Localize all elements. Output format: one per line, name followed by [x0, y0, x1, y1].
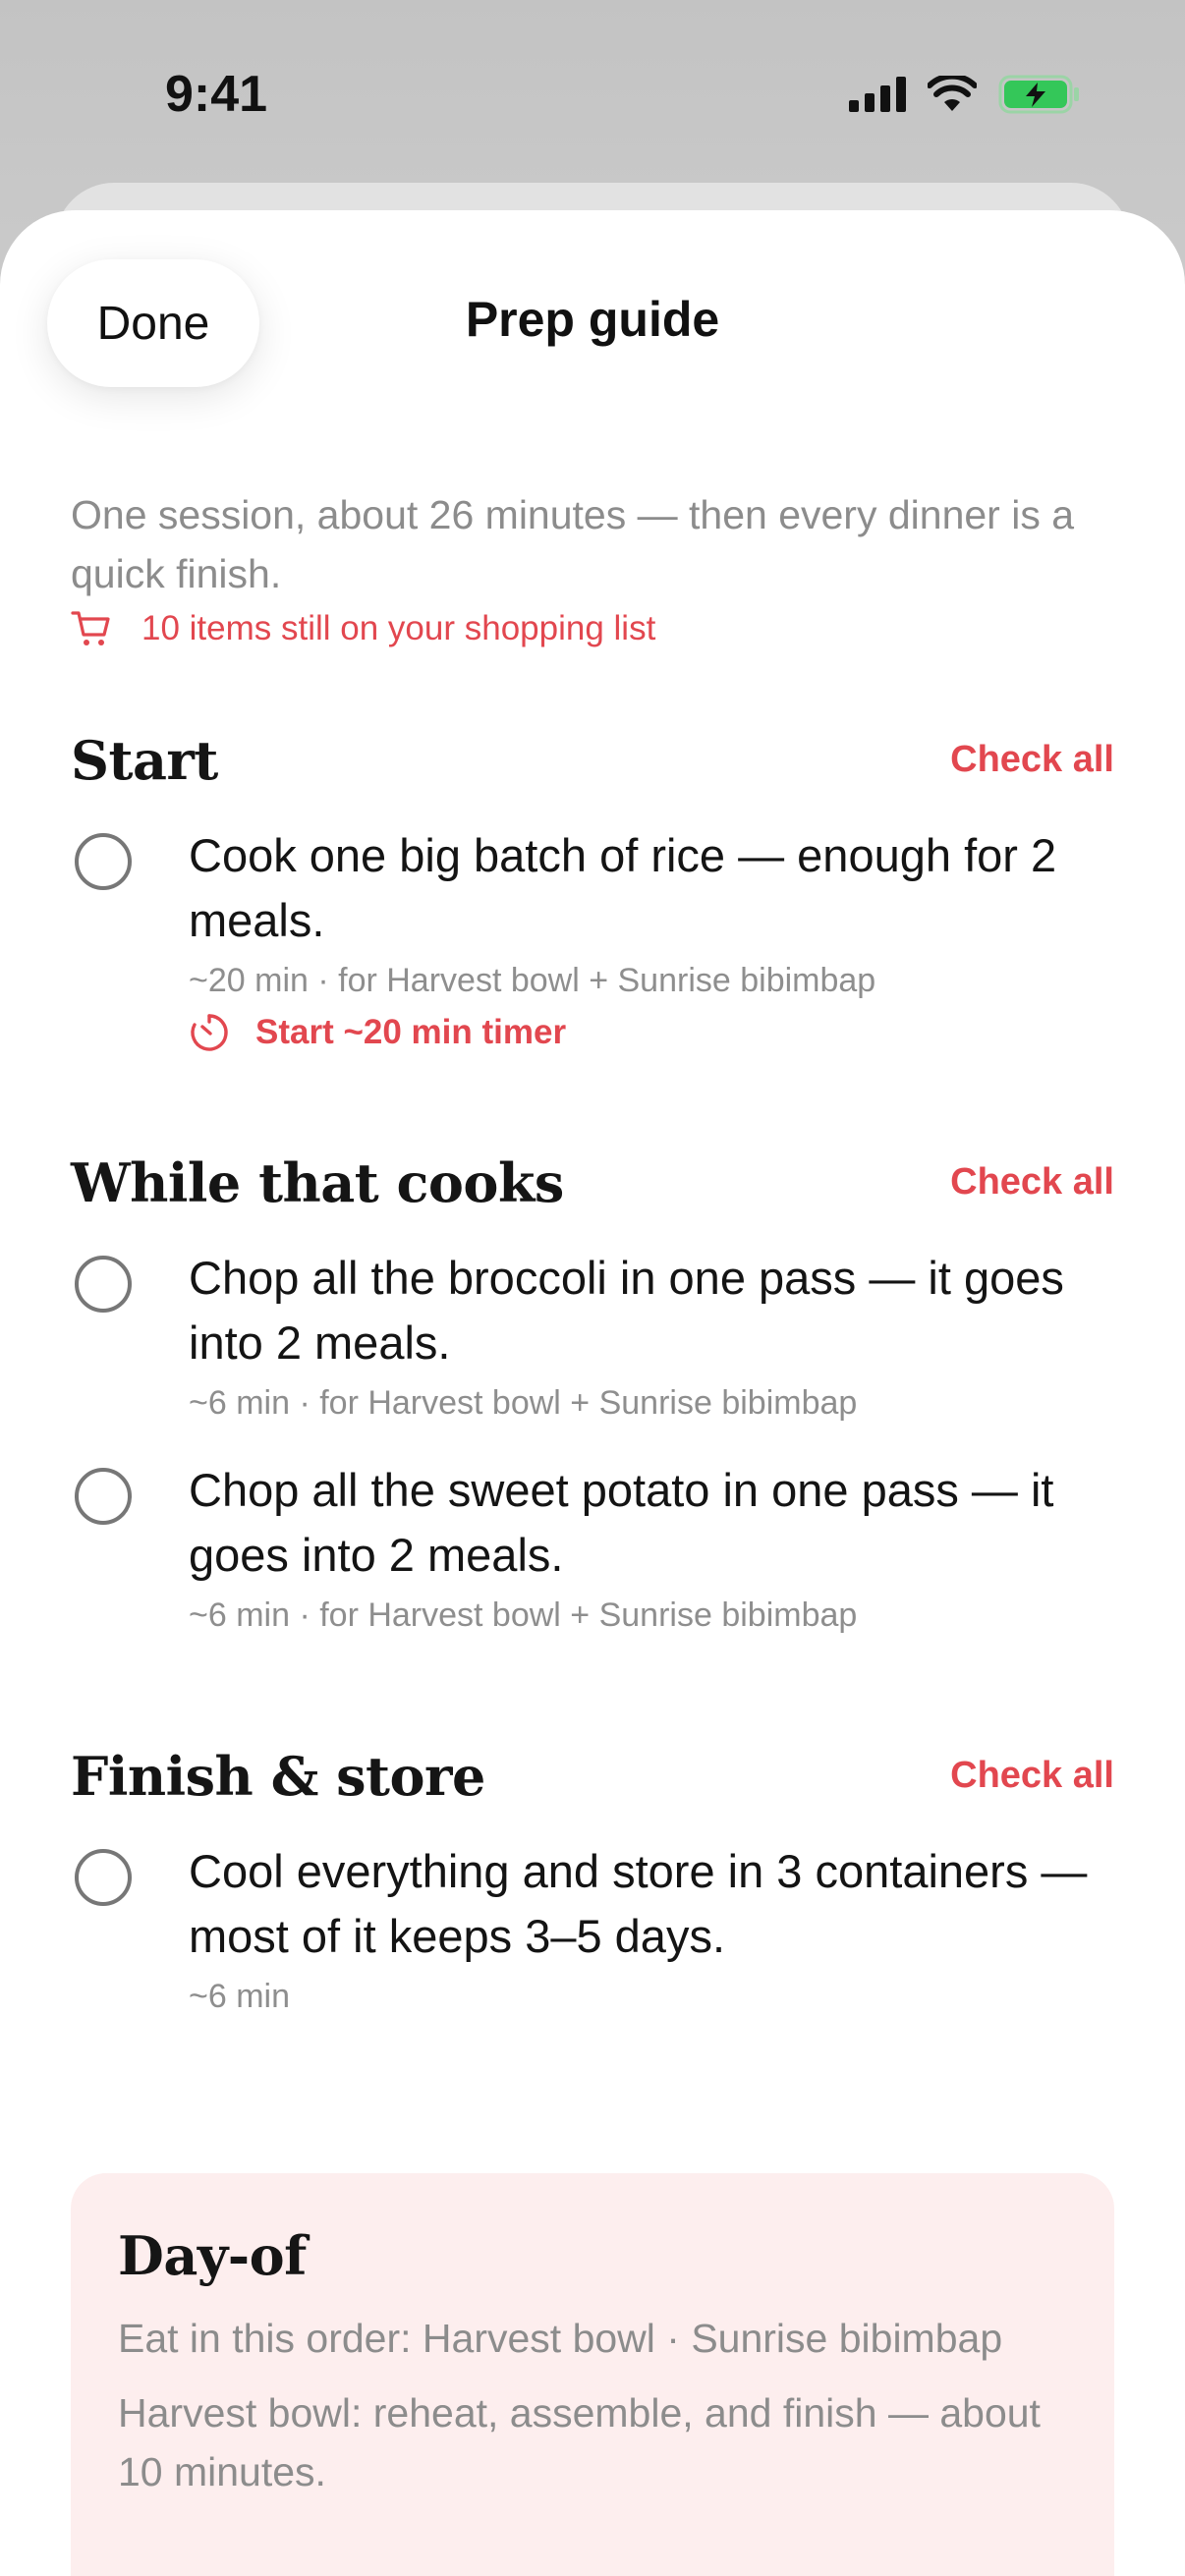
task-item: Chop all the broccoli in one pass — it g… [71, 1246, 1114, 1425]
checkbox-circle-icon[interactable] [75, 1256, 132, 1313]
task-text: Chop all the sweet potato in one pass — … [189, 1464, 1054, 1581]
section-start: Start Check all Cook one big batch of ri… [71, 729, 1114, 1053]
cart-icon [71, 611, 110, 645]
status-icons [849, 75, 1081, 114]
task-meta: ~6 min · for Harvest bowl + Sunrise bibi… [189, 1596, 858, 1634]
task-text: Chop all the broccoli in one pass — it g… [189, 1252, 1064, 1369]
task-item: Chop all the sweet potato in one pass — … [71, 1458, 1114, 1637]
check-all-button[interactable]: Check all [950, 1161, 1114, 1204]
signal-icon [849, 77, 906, 112]
check-all-button[interactable]: Check all [950, 739, 1114, 781]
start-timer-button[interactable]: Start ~20 min timer [189, 1012, 1114, 1053]
checkbox-circle-icon[interactable] [75, 1849, 132, 1906]
intro-text: One session, about 26 minutes — then eve… [71, 492, 1075, 596]
status-bar: 9:41 [0, 0, 1185, 177]
checkbox-circle-icon[interactable] [75, 1468, 132, 1525]
checkbox-circle-icon[interactable] [75, 833, 132, 890]
check-all-button[interactable]: Check all [950, 1755, 1114, 1797]
timer-icon [191, 1014, 228, 1051]
section-finish-and-store: Finish & store Check all Cool everything… [71, 1745, 1114, 2018]
task-meta: ~6 min · for Harvest bowl + Sunrise bibi… [189, 1384, 858, 1422]
wifi-icon [928, 76, 977, 111]
day-of-card: Day-of Eat in this order: Harvest bowl ·… [71, 2173, 1114, 2576]
section-while-that-cooks: While that cooks Check all Chop all the … [71, 1151, 1114, 1637]
timer-label: Start ~20 min timer [255, 1013, 567, 1051]
status-time: 9:41 [165, 66, 268, 123]
task-item: Cool everything and store in 3 container… [71, 1839, 1114, 2018]
shopping-notice: 10 items still on your shopping list [141, 609, 656, 647]
screen: 9:41 Done Prep guide One session, about … [0, 0, 1185, 2576]
day-of-order: Eat in this order: Harvest bowl · Sunris… [118, 2316, 1003, 2361]
task-meta: ~20 min · for Harvest bowl + Sunrise bib… [189, 962, 876, 999]
page-title: Prep guide [465, 292, 720, 347]
section-title: Finish & store [71, 1745, 485, 1808]
intro: One session, about 26 minutes — then eve… [71, 485, 1114, 648]
task-text: Cool everything and store in 3 container… [189, 1845, 1088, 1962]
task-text: Cook one big batch of rice — enough for … [189, 829, 1057, 946]
section-header: Finish & store Check all [71, 1745, 1114, 1814]
day-of-title: Day-of [118, 2224, 307, 2287]
battery-icon [998, 75, 1079, 114]
shopping-list-link[interactable]: 10 items still on your shopping list [71, 609, 1114, 648]
task-meta: ~6 min [189, 1978, 290, 2015]
task-item: Cook one big batch of rice — enough for … [71, 823, 1114, 1053]
section-header: While that cooks Check all [71, 1151, 1114, 1220]
day-of-detail: Harvest bowl: reheat, assemble, and fini… [118, 2390, 1041, 2494]
section-header: Start Check all [71, 729, 1114, 798]
section-title: Start [71, 729, 218, 792]
section-title: While that cooks [71, 1151, 564, 1214]
